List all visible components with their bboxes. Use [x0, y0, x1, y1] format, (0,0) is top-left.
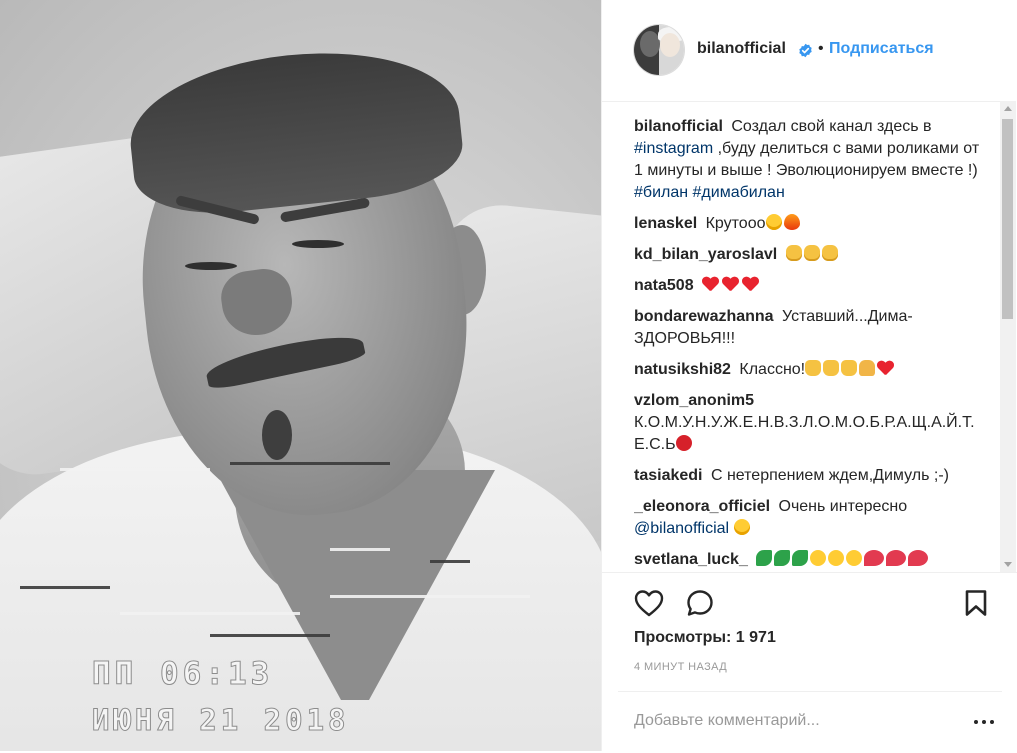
comments-scrollbar[interactable]: [1000, 101, 1016, 572]
hashtag-link[interactable]: #димабилан: [693, 184, 785, 201]
left-eye: [185, 262, 237, 270]
verified-badge-icon: [799, 43, 812, 58]
comment: lenaskel Крутооо: [634, 213, 984, 235]
clap-emoji-icon: [821, 245, 838, 261]
vhs-glitch-line: [330, 548, 390, 551]
right-eye: [292, 240, 344, 248]
bookmark-icon[interactable]: [964, 589, 988, 617]
comment-text: С нетерпением ждем,Димуль ;-): [710, 467, 949, 484]
comment-username[interactable]: natusikshi82: [634, 361, 731, 378]
clap-emoji-icon: [803, 245, 820, 261]
comment-text: Крутооо: [705, 215, 766, 232]
vhs-time-overlay: ПП 06:13: [91, 656, 274, 693]
smirk-emoji-icon: [765, 214, 782, 230]
comment-username[interactable]: lenaskel: [634, 215, 697, 232]
comment-input[interactable]: Добавьте комментарий...: [634, 712, 820, 730]
caption-text: Создал свой канал здесь в: [731, 118, 932, 135]
comment: bondarewazhanna Уставший...Дима-ЗДОРОВЬЯ…: [634, 306, 984, 350]
instagram-post-modal: ПП 06:13 ИЮНЯ 21 2018 bilanofficial • По…: [0, 0, 1017, 751]
post-actions-section: Просмотры: 1 971 4 минут назад Добавьте …: [602, 572, 1017, 752]
comment-username[interactable]: tasiakedi: [634, 467, 702, 484]
smirk-emoji-icon: [810, 550, 827, 566]
clap-emoji-icon: [785, 245, 802, 261]
header-username-link[interactable]: bilanofficial: [697, 40, 786, 58]
vhs-glitch-line: [330, 595, 530, 598]
comment: _eleonora_officiel Очень интересно @bila…: [634, 496, 984, 540]
thumbs-up-emoji-icon: [805, 360, 822, 376]
comment: svetlana_luck_: [634, 549, 984, 572]
clover-emoji-icon: [792, 550, 809, 566]
views-label: Просмотры:: [634, 629, 732, 646]
thumbs-up-emoji-icon: [841, 360, 858, 376]
avatar[interactable]: [634, 25, 684, 75]
scroll-down-arrow-icon[interactable]: [1004, 562, 1012, 567]
hashtag-link[interactable]: #билан: [634, 184, 688, 201]
clover-emoji-icon: [756, 550, 773, 566]
winged-heart-emoji-icon: [886, 550, 907, 566]
vhs-glitch-line: [120, 612, 300, 615]
post-header: bilanofficial • Подписаться: [602, 0, 1012, 102]
winged-heart-emoji-icon: [864, 550, 885, 566]
smirk-emoji-icon: [828, 550, 845, 566]
caption: bilanofficial Создал свой канал здесь в …: [634, 116, 984, 204]
comment: natusikshi82 Классно!: [634, 359, 984, 381]
heart-emoji-icon: [742, 276, 760, 292]
vhs-glitch-line: [430, 560, 470, 563]
views-value: 1 971: [735, 629, 776, 646]
scroll-up-arrow-icon[interactable]: [1004, 106, 1012, 111]
thumbs-up-emoji-icon: [823, 360, 840, 376]
comment-username[interactable]: nata508: [634, 277, 694, 294]
comment: kd_bilan_yaroslavl: [634, 244, 984, 266]
winged-heart-emoji-icon: [908, 550, 929, 566]
comment: vzlom_anonim5 К.О.М.У.Н.У.Ж.Е.Н.В.З.Л.О.…: [634, 390, 984, 456]
smirk-emoji-icon: [846, 550, 863, 566]
comment-username[interactable]: kd_bilan_yaroslavl: [634, 246, 777, 263]
post-details-panel: bilanofficial • Подписаться bilanofficia…: [601, 0, 1017, 751]
heart-emoji-icon: [702, 276, 720, 292]
post-video[interactable]: ПП 06:13 ИЮНЯ 21 2018: [0, 0, 601, 751]
scrollbar-thumb[interactable]: [1002, 119, 1013, 319]
follow-button[interactable]: Подписаться: [829, 40, 934, 58]
comment: nata508: [634, 275, 984, 297]
fire-emoji-icon: [783, 214, 800, 230]
comment-text: Классно!: [739, 361, 806, 378]
vhs-glitch-line: [230, 462, 390, 465]
comment-username[interactable]: _eleonora_officiel: [634, 498, 770, 515]
avatar-person-right: [660, 33, 680, 57]
heart-emoji-icon: [877, 360, 895, 376]
vhs-glitch-line: [20, 586, 110, 589]
caption-username[interactable]: bilanofficial: [634, 118, 723, 135]
raised-hands-emoji-icon: [859, 360, 876, 376]
clover-emoji-icon: [774, 550, 791, 566]
wink-emoji-icon: [733, 519, 750, 535]
comment-username[interactable]: bondarewazhanna: [634, 308, 774, 325]
comment-username[interactable]: vzlom_anonim5: [634, 392, 754, 409]
header-separator: •: [818, 40, 824, 57]
comment: tasiakedi С нетерпением ждем,Димуль ;-): [634, 465, 984, 487]
views-count[interactable]: Просмотры: 1 971: [634, 629, 776, 647]
comment-text: Очень интересно: [778, 498, 908, 515]
vhs-glitch-line: [210, 634, 330, 637]
post-timestamp[interactable]: 4 минут назад: [634, 661, 727, 673]
vhs-glitch-line: [60, 468, 210, 471]
ellipsis-icon[interactable]: [972, 712, 996, 732]
vhs-date-overlay: ИЮНЯ 21 2018: [92, 703, 350, 738]
speech-bubble-icon[interactable]: [686, 589, 714, 617]
comment-username[interactable]: svetlana_luck_: [634, 551, 748, 568]
heart-emoji-icon: [722, 276, 740, 292]
avatar-person-left: [640, 31, 660, 57]
devil-emoji-icon: [675, 435, 692, 451]
add-comment-bar: Добавьте комментарий...: [618, 691, 1002, 753]
mention-link[interactable]: @bilanofficial: [634, 520, 729, 537]
heart-outline-icon[interactable]: [634, 589, 664, 617]
hashtag-link[interactable]: #instagram: [634, 140, 713, 157]
goatee: [262, 410, 292, 460]
comments-list[interactable]: bilanofficial Создал свой канал здесь в …: [634, 116, 984, 572]
